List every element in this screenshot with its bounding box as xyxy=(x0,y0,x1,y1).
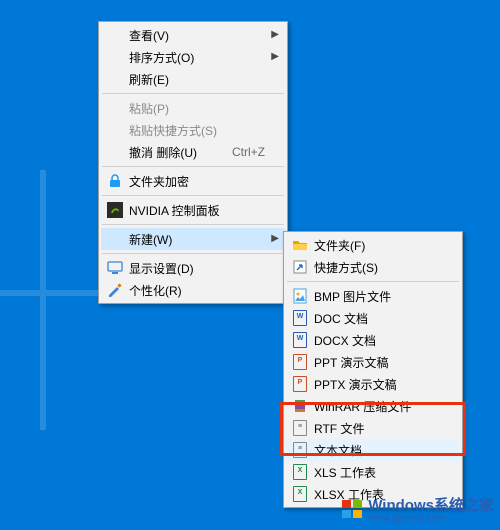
menu-item-label: 撤消 删除(U) xyxy=(129,144,197,161)
menu-item-display-settings[interactable]: 显示设置(D) xyxy=(101,257,285,279)
menu-item-label: 粘贴(P) xyxy=(129,100,169,117)
lock-icon xyxy=(107,173,123,189)
menu-separator xyxy=(102,166,284,167)
menu-separator xyxy=(287,281,459,282)
xlsx-file-icon: X xyxy=(292,486,308,502)
menu-item-label: RTF 文件 xyxy=(314,420,364,437)
menu-item-view[interactable]: 查看(V) ▶ xyxy=(101,24,285,46)
menu-item-new[interactable]: 新建(W) ▶ xyxy=(101,228,285,250)
display-icon xyxy=(107,260,123,276)
rar-file-icon xyxy=(292,398,308,414)
menu-item-label: 显示设置(D) xyxy=(129,260,194,277)
menu-item-label: 排序方式(O) xyxy=(129,49,194,66)
menu-item-label: 刷新(E) xyxy=(129,71,169,88)
submenu-item-docx[interactable]: W DOCX 文档 xyxy=(286,329,460,351)
menu-item-shortcut: Ctrl+Z xyxy=(232,145,265,159)
desktop-context-menu: 查看(V) ▶ 排序方式(O) ▶ 刷新(E) 粘贴(P) 粘贴快捷方式(S) … xyxy=(98,21,288,304)
submenu-arrow-icon: ▶ xyxy=(271,233,279,244)
menu-item-label: DOCX 文档 xyxy=(314,332,376,349)
submenu-arrow-icon: ▶ xyxy=(271,51,279,62)
submenu-item-xls[interactable]: X XLS 工作表 xyxy=(286,461,460,483)
personalize-icon xyxy=(107,282,123,298)
menu-item-label: 个性化(R) xyxy=(129,282,182,299)
watermark-tagline: 系统之家 xyxy=(434,497,494,514)
menu-item-folder-encrypt[interactable]: 文件夹加密 xyxy=(101,170,285,192)
menu-separator xyxy=(102,93,284,94)
menu-item-label: XLS 工作表 xyxy=(314,464,376,481)
windows-logo-icon xyxy=(340,497,364,521)
menu-item-label: PPTX 演示文稿 xyxy=(314,376,397,393)
menu-item-label: 文件夹加密 xyxy=(129,173,189,190)
submenu-item-rtf[interactable]: ≡ RTF 文件 xyxy=(286,417,460,439)
rtf-file-icon: ≡ xyxy=(292,420,308,436)
pptx-file-icon: P xyxy=(292,376,308,392)
menu-item-label: 粘贴快捷方式(S) xyxy=(129,122,217,139)
submenu-arrow-icon: ▶ xyxy=(271,29,279,40)
docx-file-icon: W xyxy=(292,332,308,348)
new-submenu: 文件夹(F) 快捷方式(S) BMP 图片文件 W DOC 文档 W DOCX … xyxy=(283,231,463,508)
submenu-item-text-document[interactable]: ≡ 文本文档 xyxy=(286,439,460,461)
xls-file-icon: X xyxy=(292,464,308,480)
bmp-file-icon xyxy=(292,288,308,304)
menu-item-label: 新建(W) xyxy=(129,231,172,248)
submenu-item-doc[interactable]: W DOC 文档 xyxy=(286,307,460,329)
menu-item-paste-shortcut: 粘贴快捷方式(S) xyxy=(101,119,285,141)
menu-item-label: WinRAR 压缩文件 xyxy=(314,398,411,415)
menu-item-sort[interactable]: 排序方式(O) ▶ xyxy=(101,46,285,68)
nvidia-icon xyxy=(107,202,123,218)
ppt-file-icon: P xyxy=(292,354,308,370)
menu-item-refresh[interactable]: 刷新(E) xyxy=(101,68,285,90)
menu-separator xyxy=(102,253,284,254)
submenu-item-folder[interactable]: 文件夹(F) xyxy=(286,234,460,256)
menu-item-label: BMP 图片文件 xyxy=(314,288,391,305)
menu-item-undo-delete[interactable]: 撤消 删除(U) Ctrl+Z xyxy=(101,141,285,163)
menu-item-label: 文本文档 xyxy=(314,442,362,459)
watermark: Windows系统之家 www.bjjmmc.com xyxy=(340,494,494,524)
text-file-icon: ≡ xyxy=(292,442,308,458)
menu-separator xyxy=(102,195,284,196)
desktop[interactable]: 查看(V) ▶ 排序方式(O) ▶ 刷新(E) 粘贴(P) 粘贴快捷方式(S) … xyxy=(0,0,500,530)
submenu-item-pptx[interactable]: P PPTX 演示文稿 xyxy=(286,373,460,395)
menu-item-paste: 粘贴(P) xyxy=(101,97,285,119)
submenu-item-rar[interactable]: WinRAR 压缩文件 xyxy=(286,395,460,417)
shortcut-icon xyxy=(292,259,308,275)
menu-item-label: DOC 文档 xyxy=(314,310,368,327)
menu-separator xyxy=(102,224,284,225)
menu-item-label: 文件夹(F) xyxy=(314,237,365,254)
doc-file-icon: W xyxy=(292,310,308,326)
menu-item-label: 查看(V) xyxy=(129,27,169,44)
menu-item-label: 快捷方式(S) xyxy=(314,259,378,276)
folder-icon xyxy=(292,237,308,253)
menu-item-nvidia[interactable]: NVIDIA 控制面板 xyxy=(101,199,285,221)
submenu-item-ppt[interactable]: P PPT 演示文稿 xyxy=(286,351,460,373)
submenu-item-bmp[interactable]: BMP 图片文件 xyxy=(286,285,460,307)
watermark-brand: Windows xyxy=(368,497,434,514)
menu-item-personalize[interactable]: 个性化(R) xyxy=(101,279,285,301)
menu-item-label: NVIDIA 控制面板 xyxy=(129,202,220,219)
submenu-item-shortcut[interactable]: 快捷方式(S) xyxy=(286,256,460,278)
menu-item-label: PPT 演示文稿 xyxy=(314,354,388,371)
